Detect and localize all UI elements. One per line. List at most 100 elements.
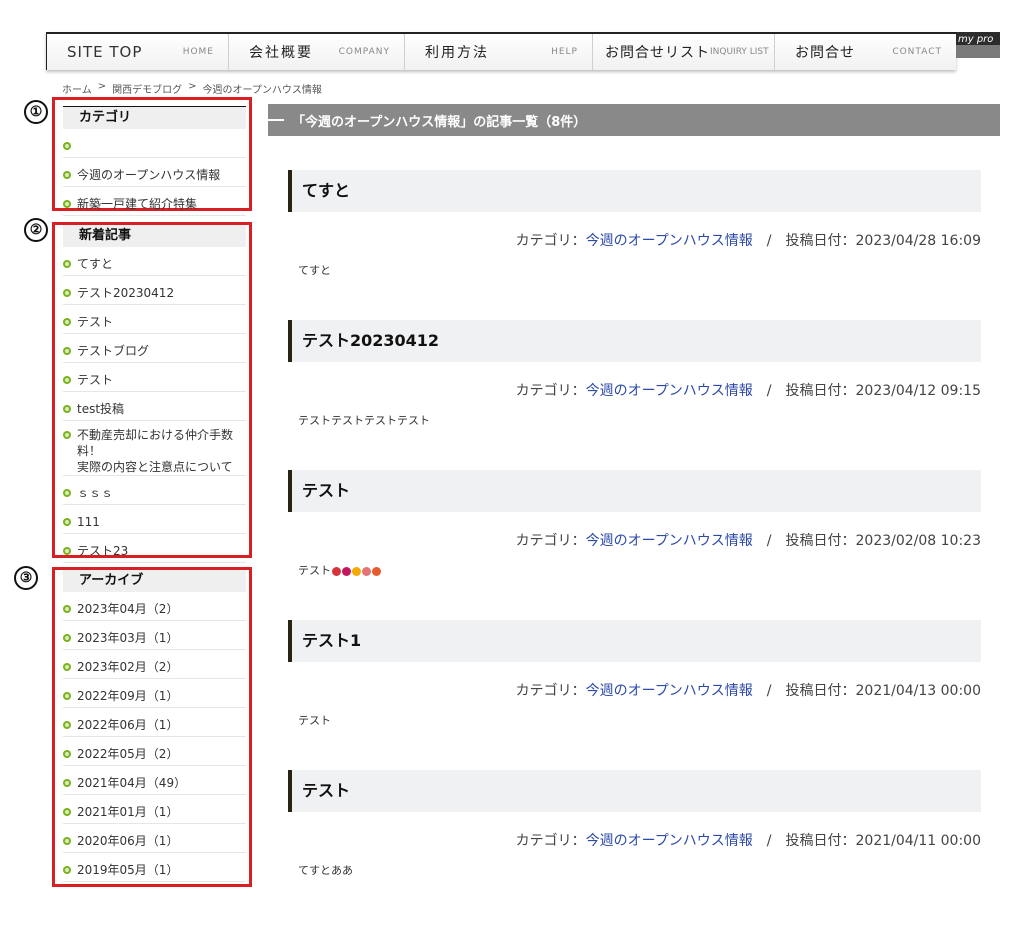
bullet-icon — [63, 289, 71, 297]
bullet-icon — [63, 142, 71, 150]
post-title[interactable]: テスト1 — [288, 620, 981, 662]
meta-separator: / — [766, 833, 772, 849]
list-item[interactable]: テスト20230412 — [63, 276, 246, 305]
post-title[interactable]: テスト20230412 — [288, 320, 981, 362]
post-meta: カテゴリ：今週のオープンハウス情報 / 投稿日付：2023/02/08 10:23 — [288, 530, 981, 550]
brand-logo: my pro — [956, 32, 1000, 58]
nav-item-site-top[interactable]: SITE TOP HOME — [47, 34, 229, 70]
meta-category-label: カテゴリ： — [515, 233, 586, 249]
post-list-heading-text: 「今週のオープンハウス情報」の記事一覧（8件） — [292, 114, 587, 130]
post-date: 2021/04/13 00:00 — [855, 683, 982, 699]
list-item-label: テスト — [77, 373, 114, 387]
meta-category-label: カテゴリ： — [515, 683, 586, 699]
post-meta: カテゴリ：今週のオープンハウス情報 / 投稿日付：2023/04/28 16:09 — [288, 230, 981, 250]
list-item[interactable]: 今週のオープンハウス情報 — [63, 158, 246, 187]
nav-item-sub-label: HOME — [182, 47, 214, 57]
post-item: テスト カテゴリ：今週のオープンハウス情報 / 投稿日付：2021/04/11 00:… — [288, 770, 981, 878]
post-category-link[interactable]: 今週のオープンハウス情報 — [586, 233, 753, 249]
list-item-label: 2022年05月（2） — [77, 747, 179, 761]
nav-item-contact[interactable]: お問合せ CONTACT — [775, 34, 956, 70]
list-item[interactable]: 2021年04月（49） — [63, 766, 246, 795]
nav-item-label: 会社概要 — [249, 45, 313, 61]
post-category-link[interactable]: 今週のオープンハウス情報 — [586, 833, 753, 849]
list-item[interactable]: 2023年02月（2） — [63, 650, 246, 679]
list-item[interactable]: test投稿 — [63, 392, 246, 421]
annotation-marker-3: ③ — [14, 566, 38, 590]
nav-item-label: お問合せリスト — [605, 45, 710, 61]
list-item[interactable]: ｓｓｓ — [63, 476, 246, 505]
emoji-icon — [352, 566, 361, 576]
post-category-link[interactable]: 今週のオープンハウス情報 — [586, 683, 753, 699]
list-item[interactable]: 2022年09月（1） — [63, 679, 246, 708]
emoji-icon — [342, 566, 351, 576]
nav-item-inquiry-list[interactable]: お問合せリスト INQUIRY LIST — [593, 34, 775, 70]
bullet-icon — [63, 405, 71, 413]
list-item[interactable]: 2020年06月（1） — [63, 824, 246, 853]
breadcrumb-blog[interactable]: 関西デモブログ — [112, 81, 182, 96]
meta-date-label: 投稿日付： — [785, 533, 856, 549]
nav-item-company[interactable]: 会社概要 COMPANY — [229, 34, 405, 70]
annotation-marker-2: ② — [24, 218, 48, 242]
post-excerpt: てすとああ — [288, 862, 981, 878]
recent-posts-widget: 新着記事 てすと テスト20230412 テスト テストブログ テスト test投稿 不動産… — [52, 222, 252, 563]
nav-item-sub-label: COMPANY — [338, 47, 390, 57]
list-item-label: ｓｓｓ — [77, 486, 114, 500]
breadcrumb-separator: > — [97, 81, 107, 92]
bullet-icon — [63, 376, 71, 384]
post-title[interactable]: テスト — [288, 770, 981, 812]
bullet-icon — [63, 721, 71, 729]
breadcrumb-home[interactable]: ホーム — [62, 81, 92, 96]
list-item[interactable] — [63, 129, 246, 158]
bullet-icon — [63, 518, 71, 526]
post-category-link[interactable]: 今週のオープンハウス情報 — [586, 383, 753, 399]
meta-category-label: カテゴリ： — [515, 833, 586, 849]
list-item-label: 2023年02月（2） — [77, 660, 179, 674]
list-item[interactable]: テスト — [63, 363, 246, 392]
post-item: てすとカテゴリ：今週のオープンハウス情報 / 投稿日付：2023/04/28 16:… — [288, 170, 981, 278]
post-title[interactable]: てすと — [288, 170, 981, 212]
list-item[interactable]: 2022年05月（2） — [63, 737, 246, 766]
meta-separator: / — [766, 383, 772, 399]
bullet-icon — [63, 489, 71, 497]
list-item[interactable]: 2023年04月（2） — [63, 592, 246, 621]
list-item[interactable]: 不動産売却における仲介手数料！ 実際の内容と注意点について — [63, 421, 246, 476]
list-item-label: 不動産売却における仲介手数料！ 実際の内容と注意点について — [77, 428, 234, 474]
list-item-label: 2023年03月（1） — [77, 631, 179, 645]
list-item[interactable]: 2023年03月（1） — [63, 621, 246, 650]
breadcrumb: ホーム > 関西デモブログ > 今週のオープンハウス情報 — [62, 81, 322, 96]
post-category-link[interactable]: 今週のオープンハウス情報 — [586, 533, 753, 549]
list-item[interactable]: 111 — [63, 505, 246, 534]
emoji-icon — [332, 566, 341, 576]
list-item[interactable]: テスト23 — [63, 534, 246, 563]
nav-item-sub-label: HELP — [551, 47, 578, 57]
meta-separator: / — [766, 683, 772, 699]
category-list: 今週のオープンハウス情報 新築一戸建て紹介特集 — [55, 129, 249, 216]
post-title[interactable]: テスト — [288, 470, 981, 512]
nav-item-help[interactable]: 利用方法 HELP — [405, 34, 593, 70]
archive-list: 2023年04月（2） 2023年03月（1） 2023年02月（2） 2022年09… — [55, 592, 249, 882]
list-item[interactable]: テスト — [63, 305, 246, 334]
archive-widget: アーカイブ 2023年04月（2） 2023年03月（1） 2023年02月（2） 2… — [52, 567, 252, 887]
widget-title: 新着記事 — [63, 225, 246, 247]
widget-title: カテゴリ — [63, 106, 246, 129]
list-item[interactable]: 2019年05月（1） — [63, 853, 246, 882]
list-item[interactable]: てすと — [63, 247, 246, 276]
post-meta: カテゴリ：今週のオープンハウス情報 / 投稿日付：2021/04/11 00:00 — [288, 830, 981, 850]
list-item-label: 2020年06月（1） — [77, 834, 179, 848]
post-date: 2023/04/28 16:09 — [855, 233, 982, 249]
meta-category-label: カテゴリ： — [515, 533, 586, 549]
list-item[interactable]: テストブログ — [63, 334, 246, 363]
list-item[interactable]: 2022年06月（1） — [63, 708, 246, 737]
breadcrumb-current: 今週のオープンハウス情報 — [202, 85, 322, 96]
bullet-icon — [63, 779, 71, 787]
emoji-icon — [372, 566, 381, 576]
meta-separator: / — [766, 233, 772, 249]
post-excerpt: テスト — [288, 562, 981, 578]
post-excerpt: テストテストテストテスト — [288, 412, 981, 428]
meta-date-label: 投稿日付： — [785, 233, 856, 249]
post-item: テスト1 カテゴリ：今週のオープンハウス情報 / 投稿日付：2021/04/13 00… — [288, 620, 981, 728]
list-item[interactable]: 新築一戸建て紹介特集 — [63, 187, 246, 216]
widget-title: アーカイブ — [63, 570, 246, 592]
list-item[interactable]: 2021年01月（1） — [63, 795, 246, 824]
post-excerpt-text: てすとああ — [298, 864, 353, 877]
